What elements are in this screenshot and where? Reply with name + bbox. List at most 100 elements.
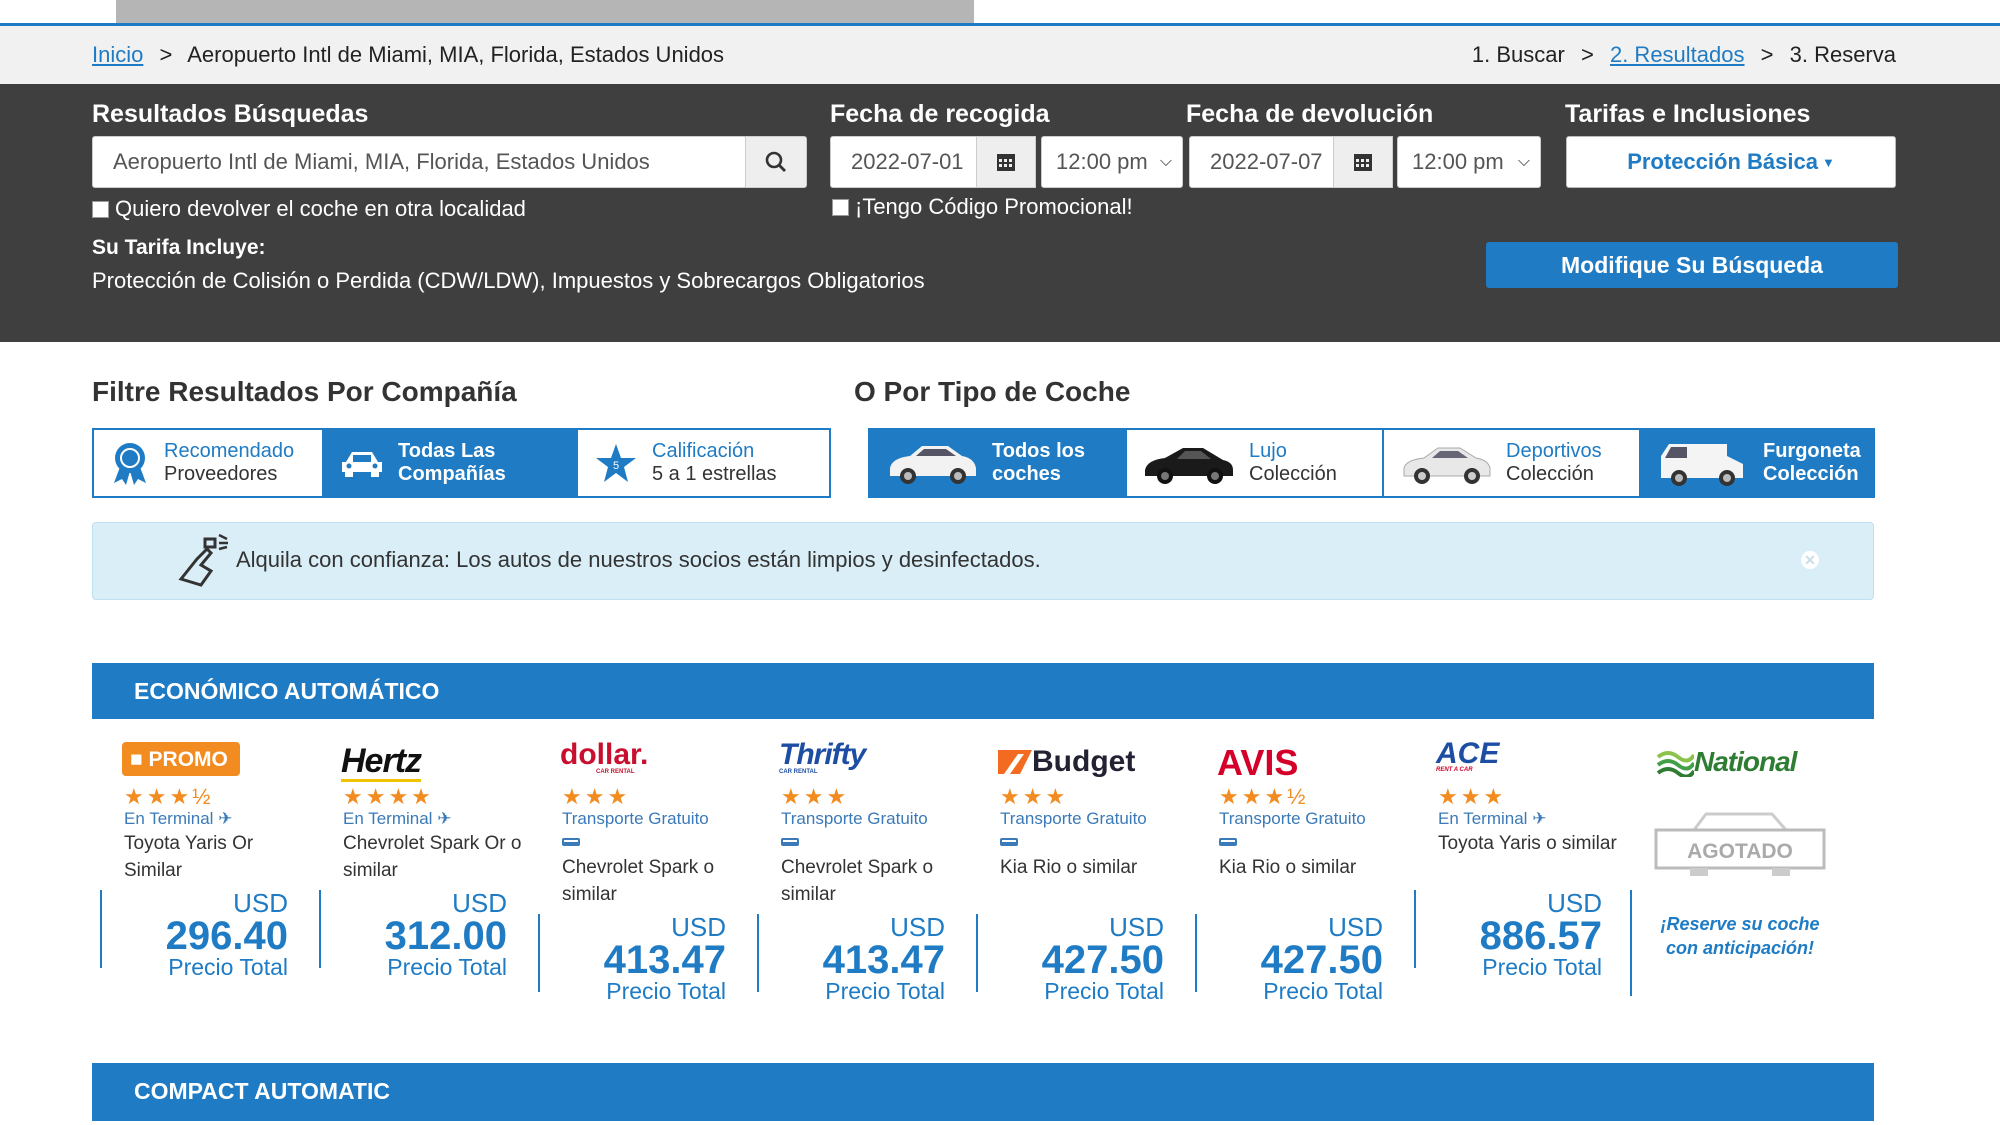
dropoff-time-select[interactable]: 12:00 pm ⌵: [1397, 136, 1541, 188]
currency: USD: [1547, 888, 1602, 918]
dollar-logo-text: dollar.: [560, 738, 649, 771]
plane-icon: ✈: [1532, 809, 1547, 828]
transport-label: En Terminal: [343, 809, 433, 828]
dollar-logo: dollar. CAR RENTAL: [560, 740, 648, 782]
promo-code-checkbox[interactable]: ¡Tengo Código Promocional!: [832, 194, 1133, 220]
offer-card-dollar[interactable]: dollar. CAR RENTAL ★★★ Transporte Gratuit…: [532, 740, 750, 1003]
search-icon: [765, 151, 786, 172]
price-block[interactable]: USD 427.50 Precio Total: [1261, 914, 1383, 1003]
filter-all-companies[interactable]: Todas Las Compañías: [324, 430, 578, 496]
pickup-date-input[interactable]: 2022-07-01: [830, 136, 978, 188]
currency: USD: [1109, 912, 1164, 942]
avis-logo: AVIS: [1217, 742, 1298, 783]
filter-sports[interactable]: Deportivos Colección: [1384, 430, 1641, 496]
price-block[interactable]: USD 413.47 Precio Total: [823, 914, 945, 1003]
sedan-car-image: [886, 440, 978, 486]
filter-sports-line2: Colección: [1506, 463, 1594, 485]
location-input[interactable]: Aeropuerto Intl de Miami, MIA, Florida, …: [92, 136, 747, 188]
national-logo: National: [1656, 746, 1797, 778]
hertz-logo-text: Hertz: [341, 742, 422, 780]
results-search-label: Resultados Búsquedas: [92, 100, 369, 128]
dropoff-calendar-button[interactable]: [1333, 136, 1393, 188]
currency: USD: [671, 912, 726, 942]
rates-label: Tarifas e Inclusiones: [1565, 100, 1811, 128]
currency: USD: [890, 912, 945, 942]
rating-stars: ★★★: [781, 784, 850, 809]
modify-search-button[interactable]: Modifique Su Búsqueda: [1486, 242, 1898, 288]
search-button[interactable]: [745, 136, 807, 188]
filter-recommended[interactable]: Recomendado Proveedores: [94, 430, 324, 496]
offer-card-promo[interactable]: ■ PROMO ★★★½ En Terminal ✈ Toyota Yaris …: [94, 742, 312, 997]
breadcrumb: Inicio > Aeropuerto Intl de Miami, MIA, …: [92, 42, 724, 68]
step-separator: >: [1580, 42, 1594, 67]
protection-dropdown-button[interactable]: Protección Básica ▼: [1566, 136, 1896, 188]
transport-info: En Terminal ✈: [343, 809, 451, 829]
breadcrumb-bar: Inicio > Aeropuerto Intl de Miami, MIA, …: [0, 26, 2000, 84]
dropoff-date-input[interactable]: 2022-07-07: [1189, 136, 1335, 188]
offer-card-hertz[interactable]: Hertz ★★★★ En Terminal ✈ Chevrolet Spark…: [313, 742, 531, 997]
offer-card-budget[interactable]: Budget ★★★ Transporte Gratuito Kia Rio o…: [970, 742, 1188, 1003]
offer-card-ace[interactable]: ACE RENT A CAR ★★★ En Terminal ✈ Toyota Y…: [1408, 739, 1626, 997]
price-divider: [1195, 914, 1197, 992]
filter-all-line2: Compañías: [398, 463, 506, 485]
pickup-calendar-button[interactable]: [976, 136, 1036, 188]
pickup-time-select[interactable]: 12:00 pm ⌵: [1041, 136, 1183, 188]
type-filter-title: O Por Tipo de Coche: [854, 376, 1131, 407]
checkbox-box[interactable]: [92, 200, 109, 218]
thrifty-logo-text: Thrifty: [779, 738, 866, 771]
price-divider: [100, 890, 102, 968]
price-amount: 312.00: [384, 914, 507, 958]
breadcrumb-separator: >: [159, 42, 173, 67]
section-header-compact: COMPACT AUTOMATIC: [92, 1063, 1874, 1121]
price-block[interactable]: USD 886.57 Precio Total: [1480, 890, 1602, 979]
filter-rating-line1: Calificación: [652, 440, 755, 462]
transport-info: En Terminal ✈: [124, 809, 232, 829]
filter-all-cars[interactable]: Todos los coches: [870, 430, 1127, 496]
shuttle-bus-icon: [1219, 838, 1237, 846]
transport-label: Transporte Gratuito: [781, 809, 928, 828]
transport-label: Transporte Gratuito: [1219, 809, 1366, 828]
thrifty-logo: Thrifty CAR RENTAL: [779, 740, 866, 782]
offer-card-thrifty[interactable]: Thrifty CAR RENTAL ★★★ Transporte Gratuit…: [751, 740, 969, 1003]
filter-luxury-line1: Lujo: [1249, 440, 1287, 462]
currency: USD: [452, 888, 507, 918]
caret-down-icon: ▼: [1821, 154, 1835, 170]
step-results-link[interactable]: 2. Resultados: [1610, 42, 1745, 67]
price-amount: 413.47: [603, 938, 726, 982]
reserve-early-text: ¡Reserve su coche con anticipación!: [1660, 914, 1820, 958]
price-label: Precio Total: [825, 978, 945, 1004]
car-model: Toyota Yaris o similar: [1438, 833, 1617, 854]
price-divider: [757, 914, 759, 992]
price-block[interactable]: USD 427.50 Precio Total: [1042, 914, 1164, 1003]
currency: USD: [1328, 912, 1383, 942]
car-type-filter-bar: Todos los coches Lujo Colección Deportivos…: [868, 428, 1875, 498]
price-label: Precio Total: [1263, 978, 1383, 1004]
national-flag-icon: [1656, 751, 1694, 777]
price-divider: [538, 914, 540, 992]
transport-label: Transporte Gratuito: [1000, 809, 1147, 828]
transport-label: En Terminal: [1438, 809, 1528, 828]
includes-text: Protección de Colisión o Perdida (CDW/LD…: [92, 268, 925, 293]
price-label: Precio Total: [168, 954, 288, 980]
filter-rating[interactable]: 5 Calificación 5 a 1 estrellas: [578, 430, 829, 496]
coupe-car-image: [1400, 440, 1492, 486]
car-model: Chevrolet Spark o similar: [562, 857, 715, 905]
step-reserve: 3. Reserva: [1789, 42, 1896, 67]
return-other-checkbox[interactable]: Quiero devolver el coche en otra localid…: [92, 196, 526, 222]
rating-stars: ★★★½: [1219, 784, 1309, 809]
checkbox-box[interactable]: [832, 198, 849, 216]
filter-recommended-line2: Proveedores: [164, 463, 278, 485]
offer-card-avis[interactable]: AVIS ★★★½ Transporte Gratuito Kia Rio o …: [1189, 742, 1407, 1003]
filter-luxury[interactable]: Lujo Colección: [1127, 430, 1384, 496]
sanitizer-spray-icon: [171, 531, 231, 597]
filter-van[interactable]: Furgoneta Colección: [1641, 430, 1873, 496]
price-block[interactable]: USD 296.40 Precio Total: [166, 890, 288, 979]
price-block[interactable]: USD 312.00 Precio Total: [385, 890, 507, 979]
close-icon[interactable]: ✕: [1801, 551, 1819, 569]
sold-out-badge: AGOTADO: [1654, 812, 1826, 878]
rating-stars: ★★★★: [343, 784, 434, 809]
price-label: Precio Total: [1044, 978, 1164, 1004]
car-model: Chevrolet Spark o similar: [781, 857, 934, 905]
breadcrumb-home-link[interactable]: Inicio: [92, 42, 143, 67]
price-block[interactable]: USD 413.47 Precio Total: [604, 914, 726, 1003]
